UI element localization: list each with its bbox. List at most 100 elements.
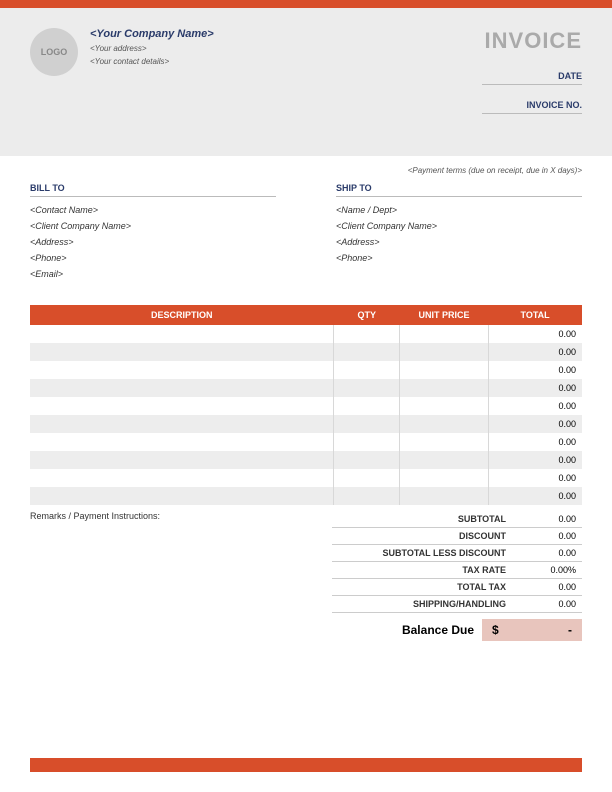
table-cell bbox=[400, 415, 488, 433]
bill-to: BILL TO <Contact Name> <Client Company N… bbox=[30, 183, 276, 285]
total-tax-label: TOTAL TAX bbox=[338, 582, 506, 592]
invoice-no-label: INVOICE NO. bbox=[482, 97, 582, 114]
discount-value: 0.00 bbox=[506, 531, 576, 541]
table-cell: 0.00 bbox=[488, 343, 582, 361]
table-cell bbox=[30, 469, 334, 487]
balance-label: Balance Due bbox=[332, 623, 482, 637]
ship-to-header: SHIP TO bbox=[336, 183, 582, 197]
table-cell bbox=[334, 343, 400, 361]
table-cell bbox=[30, 325, 334, 343]
company-info: <Your Company Name> <Your address> <Your… bbox=[90, 28, 214, 126]
table-cell bbox=[334, 433, 400, 451]
balance-amount: $ - bbox=[482, 619, 582, 641]
table-cell bbox=[30, 433, 334, 451]
balance-currency: $ bbox=[492, 623, 499, 637]
logo-placeholder: LOGO bbox=[30, 28, 78, 76]
less-discount-value: 0.00 bbox=[506, 548, 576, 558]
table-cell bbox=[30, 343, 334, 361]
table-cell bbox=[400, 487, 488, 505]
bill-to-phone: <Phone> bbox=[30, 253, 276, 263]
col-unit-price: UNIT PRICE bbox=[400, 305, 488, 325]
shipping-value: 0.00 bbox=[506, 599, 576, 609]
table-cell bbox=[30, 415, 334, 433]
table-cell bbox=[30, 487, 334, 505]
remarks-label: Remarks / Payment Instructions: bbox=[30, 511, 312, 641]
ship-to-name: <Name / Dept> bbox=[336, 205, 582, 215]
table-row: 0.00 bbox=[30, 487, 582, 505]
table-cell bbox=[30, 451, 334, 469]
discount-label: DISCOUNT bbox=[338, 531, 506, 541]
col-qty: QTY bbox=[334, 305, 400, 325]
table-cell bbox=[400, 397, 488, 415]
col-total: TOTAL bbox=[488, 305, 582, 325]
below-table: Remarks / Payment Instructions: SUBTOTAL… bbox=[0, 505, 612, 641]
totals-block: SUBTOTAL0.00 DISCOUNT0.00 SUBTOTAL LESS … bbox=[332, 511, 582, 641]
table-row: 0.00 bbox=[30, 361, 582, 379]
header: LOGO <Your Company Name> <Your address> … bbox=[0, 8, 612, 156]
table-cell bbox=[400, 343, 488, 361]
tax-rate-label: TAX RATE bbox=[338, 565, 506, 575]
table-cell bbox=[400, 379, 488, 397]
payment-terms: <Payment terms (due on receipt, due in X… bbox=[0, 156, 612, 183]
table-row: 0.00 bbox=[30, 343, 582, 361]
table-cell: 0.00 bbox=[488, 433, 582, 451]
table-cell: 0.00 bbox=[488, 379, 582, 397]
date-label: DATE bbox=[482, 68, 582, 85]
table-cell bbox=[400, 451, 488, 469]
bill-to-contact: <Contact Name> bbox=[30, 205, 276, 215]
ship-to-company: <Client Company Name> bbox=[336, 221, 582, 231]
subtotal-label: SUBTOTAL bbox=[338, 514, 506, 524]
table-cell bbox=[400, 325, 488, 343]
table-row: 0.00 bbox=[30, 415, 582, 433]
table-cell: 0.00 bbox=[488, 415, 582, 433]
balance-value: - bbox=[568, 623, 572, 637]
company-address: <Your address> bbox=[90, 44, 214, 53]
table-cell bbox=[334, 469, 400, 487]
table-cell bbox=[334, 379, 400, 397]
items-table: DESCRIPTION QTY UNIT PRICE TOTAL 0.000.0… bbox=[30, 305, 582, 505]
table-cell: 0.00 bbox=[488, 397, 582, 415]
company-contact: <Your contact details> bbox=[90, 57, 214, 66]
top-accent-bar bbox=[0, 0, 612, 8]
header-right: INVOICE DATE INVOICE NO. bbox=[482, 28, 582, 126]
table-row: 0.00 bbox=[30, 451, 582, 469]
bill-to-company: <Client Company Name> bbox=[30, 221, 276, 231]
table-cell: 0.00 bbox=[488, 361, 582, 379]
table-cell bbox=[334, 361, 400, 379]
subtotal-value: 0.00 bbox=[506, 514, 576, 524]
table-cell bbox=[334, 415, 400, 433]
less-discount-label: SUBTOTAL LESS DISCOUNT bbox=[338, 548, 506, 558]
tax-rate-value: 0.00% bbox=[506, 565, 576, 575]
ship-to-address: <Address> bbox=[336, 237, 582, 247]
header-left: LOGO <Your Company Name> <Your address> … bbox=[30, 28, 214, 126]
table-cell bbox=[334, 487, 400, 505]
table-cell: 0.00 bbox=[488, 451, 582, 469]
table-cell bbox=[334, 397, 400, 415]
table-row: 0.00 bbox=[30, 325, 582, 343]
ship-to: SHIP TO <Name / Dept> <Client Company Na… bbox=[336, 183, 582, 285]
table-cell bbox=[400, 433, 488, 451]
table-row: 0.00 bbox=[30, 469, 582, 487]
ship-to-phone: <Phone> bbox=[336, 253, 582, 263]
bill-to-email: <Email> bbox=[30, 269, 276, 279]
table-cell bbox=[30, 361, 334, 379]
shipping-label: SHIPPING/HANDLING bbox=[338, 599, 506, 609]
table-cell bbox=[400, 469, 488, 487]
table-cell bbox=[400, 361, 488, 379]
table-cell bbox=[30, 379, 334, 397]
table-cell bbox=[30, 397, 334, 415]
table-cell bbox=[334, 325, 400, 343]
table-cell: 0.00 bbox=[488, 487, 582, 505]
bill-to-header: BILL TO bbox=[30, 183, 276, 197]
bill-to-address: <Address> bbox=[30, 237, 276, 247]
col-description: DESCRIPTION bbox=[30, 305, 334, 325]
table-cell: 0.00 bbox=[488, 469, 582, 487]
table-row: 0.00 bbox=[30, 433, 582, 451]
table-row: 0.00 bbox=[30, 397, 582, 415]
company-name: <Your Company Name> bbox=[90, 28, 214, 40]
table-row: 0.00 bbox=[30, 379, 582, 397]
total-tax-value: 0.00 bbox=[506, 582, 576, 592]
balance-row: Balance Due $ - bbox=[332, 619, 582, 641]
bottom-accent-bar bbox=[30, 758, 582, 772]
invoice-title: INVOICE bbox=[482, 28, 582, 54]
